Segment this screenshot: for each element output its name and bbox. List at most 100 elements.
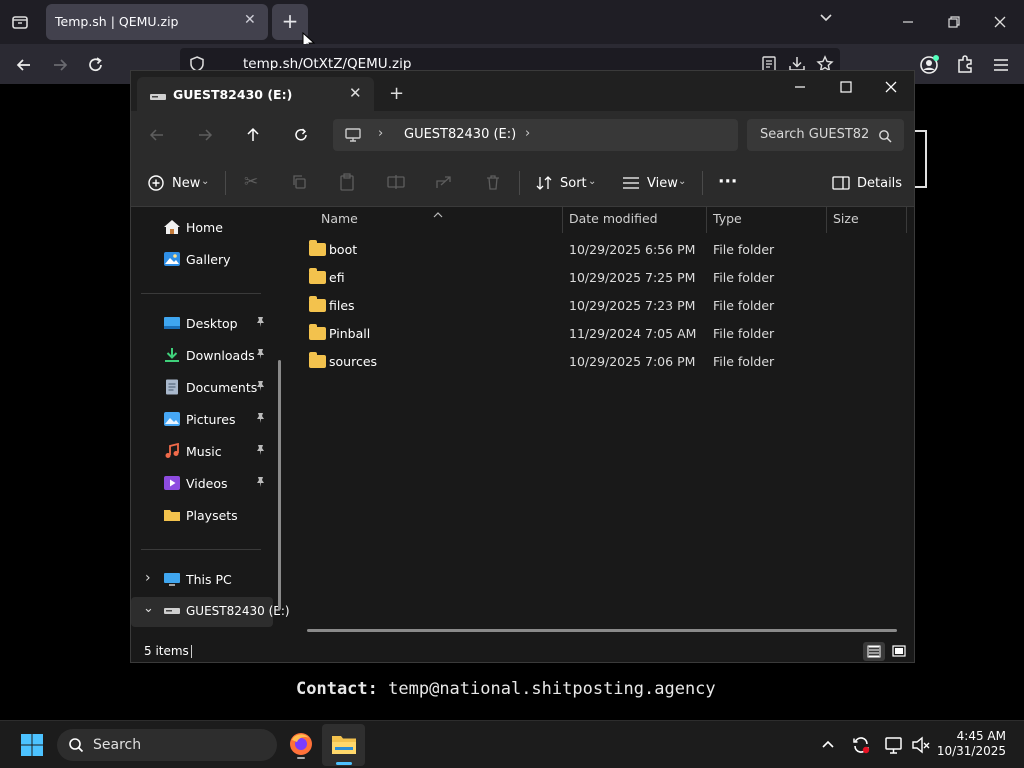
sort-indicator-icon bbox=[433, 204, 443, 218]
pin-icon[interactable] bbox=[255, 476, 266, 490]
chevron-right-icon[interactable]: › bbox=[145, 570, 151, 586]
up-arrow-icon[interactable] bbox=[245, 127, 261, 143]
forward-icon[interactable] bbox=[50, 55, 70, 75]
search-icon bbox=[68, 737, 84, 753]
copy-icon[interactable] bbox=[291, 174, 307, 190]
back-icon[interactable] bbox=[149, 127, 165, 143]
explorer-add-tab-button[interactable]: + bbox=[389, 83, 404, 104]
nav-item-playsets[interactable]: Playsets bbox=[141, 501, 273, 531]
minimize-icon[interactable] bbox=[792, 79, 808, 95]
this-pc-icon[interactable] bbox=[344, 127, 362, 143]
file-row[interactable]: boot 10/29/2025 6:56 PM File folder bbox=[299, 236, 899, 264]
nav-item-downloads[interactable]: Downloads bbox=[141, 341, 273, 371]
explorer-address-row: › GUEST82430 (E:) › Search GUEST82 bbox=[131, 111, 914, 159]
file-date: 10/29/2025 7:06 PM bbox=[569, 354, 696, 369]
column-separator[interactable] bbox=[826, 207, 827, 233]
this-pc-icon bbox=[164, 573, 180, 586]
nav-item-desktop[interactable]: Desktop bbox=[141, 309, 273, 339]
nav-item-gallery[interactable]: Gallery bbox=[141, 245, 273, 275]
taskbar-clock[interactable]: 4:45 AM 10/31/2025 bbox=[930, 729, 1006, 758]
chevron-right-icon[interactable]: › bbox=[525, 126, 530, 141]
share-icon[interactable] bbox=[435, 174, 453, 190]
close-icon[interactable] bbox=[883, 79, 899, 95]
folder-icon bbox=[164, 510, 180, 521]
taskbar-search[interactable]: Search bbox=[57, 729, 277, 761]
search-box[interactable]: Search GUEST82 bbox=[747, 119, 904, 151]
chevron-down-icon[interactable] bbox=[814, 10, 838, 30]
nav-item-drive-selected[interactable]: ⌄ GUEST82430 (E:) bbox=[131, 597, 290, 627]
file-row[interactable]: Pinball 11/29/2024 7:05 AM File folder bbox=[299, 320, 899, 348]
chevron-right-icon[interactable]: › bbox=[378, 126, 383, 141]
tab-list-icon[interactable] bbox=[10, 12, 30, 32]
explorer-tab-title: GUEST82430 (E:) bbox=[173, 87, 293, 102]
forward-icon[interactable] bbox=[197, 127, 213, 143]
cut-icon[interactable]: ✂ bbox=[244, 172, 258, 192]
breadcrumb-drive[interactable]: GUEST82430 (E:) bbox=[404, 127, 516, 142]
minimize-icon[interactable] bbox=[900, 14, 916, 30]
view-button[interactable]: View ⌄ bbox=[622, 174, 692, 194]
extensions-icon[interactable] bbox=[954, 54, 976, 76]
horizontal-scrollbar[interactable] bbox=[307, 629, 897, 632]
account-icon[interactable] bbox=[918, 54, 940, 76]
network-icon[interactable] bbox=[883, 734, 905, 756]
browser-tab-active[interactable]: Temp.sh | QEMU.zip ✕ bbox=[46, 4, 268, 40]
more-options-button[interactable]: ··· bbox=[718, 172, 737, 192]
column-header-size[interactable]: Size bbox=[833, 211, 859, 226]
pin-icon[interactable] bbox=[255, 380, 266, 394]
nav-item-this-pc[interactable]: › This PC bbox=[141, 565, 273, 595]
nav-item-music[interactable]: Music bbox=[141, 437, 273, 467]
search-icon[interactable] bbox=[878, 128, 892, 143]
column-header-date[interactable]: Date modified bbox=[569, 211, 658, 226]
nav-item-videos[interactable]: Videos bbox=[141, 469, 273, 499]
file-row[interactable]: sources 10/29/2025 7:06 PM File folder bbox=[299, 348, 899, 376]
nav-item-home[interactable]: Home bbox=[141, 213, 273, 243]
maximize-icon[interactable] bbox=[838, 79, 854, 95]
chevron-down-icon[interactable]: ⌄ bbox=[143, 601, 154, 616]
contact-email[interactable]: temp@national.shitposting.agency bbox=[388, 679, 716, 699]
column-header-name[interactable]: Name bbox=[321, 211, 358, 226]
details-button[interactable]: Details bbox=[832, 174, 902, 194]
close-icon[interactable] bbox=[992, 14, 1008, 30]
sort-button[interactable]: Sort ⌄ bbox=[535, 174, 599, 194]
chevron-up-icon[interactable] bbox=[820, 737, 836, 753]
reload-icon[interactable] bbox=[86, 55, 106, 75]
browser-tab-bar: Temp.sh | QEMU.zip ✕ + bbox=[0, 0, 1024, 52]
explorer-tab[interactable]: GUEST82430 (E:) ✕ bbox=[137, 77, 374, 111]
refresh-icon[interactable] bbox=[293, 127, 309, 143]
column-separator[interactable] bbox=[706, 207, 707, 233]
explorer-tab-close-button[interactable]: ✕ bbox=[349, 84, 362, 102]
pin-icon[interactable] bbox=[255, 412, 266, 426]
rename-icon[interactable] bbox=[387, 174, 405, 190]
item-count: 5 items bbox=[144, 644, 189, 658]
delete-icon[interactable] bbox=[485, 174, 501, 190]
pin-icon[interactable] bbox=[255, 348, 266, 362]
sync-icon[interactable] bbox=[850, 734, 872, 756]
details-view-icon[interactable] bbox=[863, 642, 885, 661]
browser-tab-title: Temp.sh | QEMU.zip bbox=[55, 14, 179, 29]
paste-icon[interactable] bbox=[339, 173, 355, 191]
new-button[interactable]: New ⌄ bbox=[147, 174, 211, 194]
drive-icon bbox=[149, 88, 167, 100]
pin-icon[interactable] bbox=[255, 444, 266, 458]
address-bar[interactable]: › GUEST82430 (E:) › bbox=[333, 119, 738, 151]
file-row[interactable]: files 10/29/2025 7:23 PM File folder bbox=[299, 292, 899, 320]
nav-scrollbar[interactable] bbox=[278, 360, 281, 610]
search-input[interactable]: Search GUEST82 bbox=[760, 127, 869, 142]
menu-icon[interactable] bbox=[990, 54, 1012, 76]
nav-item-documents[interactable]: Documents bbox=[141, 373, 273, 403]
column-header-type[interactable]: Type bbox=[713, 211, 742, 226]
back-icon[interactable] bbox=[14, 55, 34, 75]
file-row[interactable]: efi 10/29/2025 7:25 PM File folder bbox=[299, 264, 899, 292]
pin-icon[interactable] bbox=[255, 316, 266, 330]
home-icon bbox=[164, 220, 180, 234]
firefox-icon[interactable] bbox=[288, 731, 314, 759]
volume-muted-icon[interactable] bbox=[910, 734, 932, 756]
large-icons-view-icon[interactable] bbox=[888, 642, 910, 661]
column-separator[interactable] bbox=[562, 207, 563, 233]
browser-tab-close-button[interactable]: ✕ bbox=[244, 12, 256, 28]
restore-icon[interactable] bbox=[946, 14, 962, 30]
nav-item-pictures[interactable]: Pictures bbox=[141, 405, 273, 435]
file-explorer-taskbar-button[interactable] bbox=[322, 724, 365, 766]
column-separator[interactable] bbox=[906, 207, 907, 233]
start-windows-icon[interactable] bbox=[20, 733, 44, 757]
